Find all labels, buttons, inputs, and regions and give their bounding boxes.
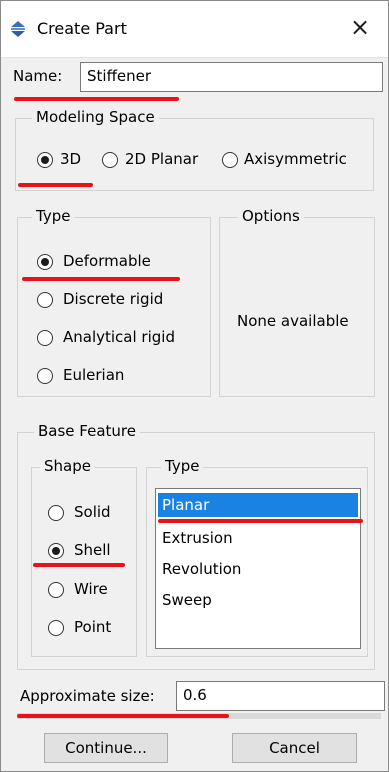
annotation-underline-name bbox=[14, 97, 179, 101]
name-input[interactable]: Stiffener bbox=[80, 62, 383, 92]
list-item-extrusion[interactable]: Extrusion bbox=[158, 526, 358, 550]
annotation-underline-shell bbox=[33, 563, 125, 567]
option-axisymmetric-label[interactable]: Axisymmetric bbox=[244, 150, 347, 168]
feature-type-legend: Type bbox=[161, 457, 204, 475]
window-title: Create Part bbox=[37, 19, 127, 38]
option-point-label[interactable]: Point bbox=[74, 618, 111, 636]
annotation-underline-deformable bbox=[22, 277, 180, 281]
shape-legend: Shape bbox=[40, 457, 95, 475]
radio-3d[interactable] bbox=[37, 152, 53, 168]
options-group: Options bbox=[219, 207, 375, 397]
modeling-space-legend: Modeling Space bbox=[32, 108, 159, 126]
option-deformable-label[interactable]: Deformable bbox=[63, 252, 151, 270]
annotation-underline-planar bbox=[158, 519, 363, 523]
option-eulerian-label[interactable]: Eulerian bbox=[63, 366, 124, 384]
approximate-size-input[interactable]: 0.6 bbox=[176, 681, 385, 711]
name-label: Name: bbox=[13, 67, 63, 85]
close-icon[interactable]: × bbox=[350, 14, 370, 40]
option-3d-label[interactable]: 3D bbox=[60, 150, 81, 168]
radio-shell[interactable] bbox=[48, 543, 64, 559]
radio-analytical-rigid[interactable] bbox=[37, 330, 53, 346]
annotation-underline-3d bbox=[18, 183, 93, 187]
option-analytical-rigid-label[interactable]: Analytical rigid bbox=[63, 328, 175, 346]
continue-button[interactable]: Continue... bbox=[44, 733, 168, 763]
option-discrete-rigid-label[interactable]: Discrete rigid bbox=[63, 290, 163, 308]
radio-deformable[interactable] bbox=[37, 254, 53, 270]
annotation-underline-approx-size bbox=[17, 714, 229, 718]
option-shell-label[interactable]: Shell bbox=[74, 541, 111, 559]
feature-type-listbox[interactable]: Planar Extrusion Revolution Sweep bbox=[155, 488, 361, 649]
base-feature-legend: Base Feature bbox=[34, 422, 140, 440]
radio-2d-planar[interactable] bbox=[102, 152, 118, 168]
radio-solid[interactable] bbox=[48, 505, 64, 521]
type-legend: Type bbox=[32, 207, 75, 225]
options-none-available-text: None available bbox=[237, 312, 349, 330]
option-2d-planar-label[interactable]: 2D Planar bbox=[125, 150, 198, 168]
options-legend: Options bbox=[238, 207, 304, 225]
title-bar: Create Part × bbox=[1, 1, 388, 58]
radio-axisymmetric[interactable] bbox=[222, 152, 238, 168]
option-wire-label[interactable]: Wire bbox=[74, 580, 108, 598]
list-item-revolution[interactable]: Revolution bbox=[158, 557, 358, 581]
list-item-sweep[interactable]: Sweep bbox=[158, 588, 358, 612]
radio-point[interactable] bbox=[48, 620, 64, 636]
list-item-planar[interactable]: Planar bbox=[158, 493, 358, 517]
radio-wire[interactable] bbox=[48, 582, 64, 598]
radio-eulerian[interactable] bbox=[37, 368, 53, 384]
create-part-icon bbox=[11, 21, 25, 37]
create-part-dialog: Create Part × Name: Stiffener Modeling S… bbox=[0, 0, 389, 772]
option-solid-label[interactable]: Solid bbox=[74, 503, 111, 521]
cancel-button[interactable]: Cancel bbox=[232, 733, 357, 763]
radio-discrete-rigid[interactable] bbox=[37, 292, 53, 308]
approximate-size-label: Approximate size: bbox=[20, 687, 155, 705]
